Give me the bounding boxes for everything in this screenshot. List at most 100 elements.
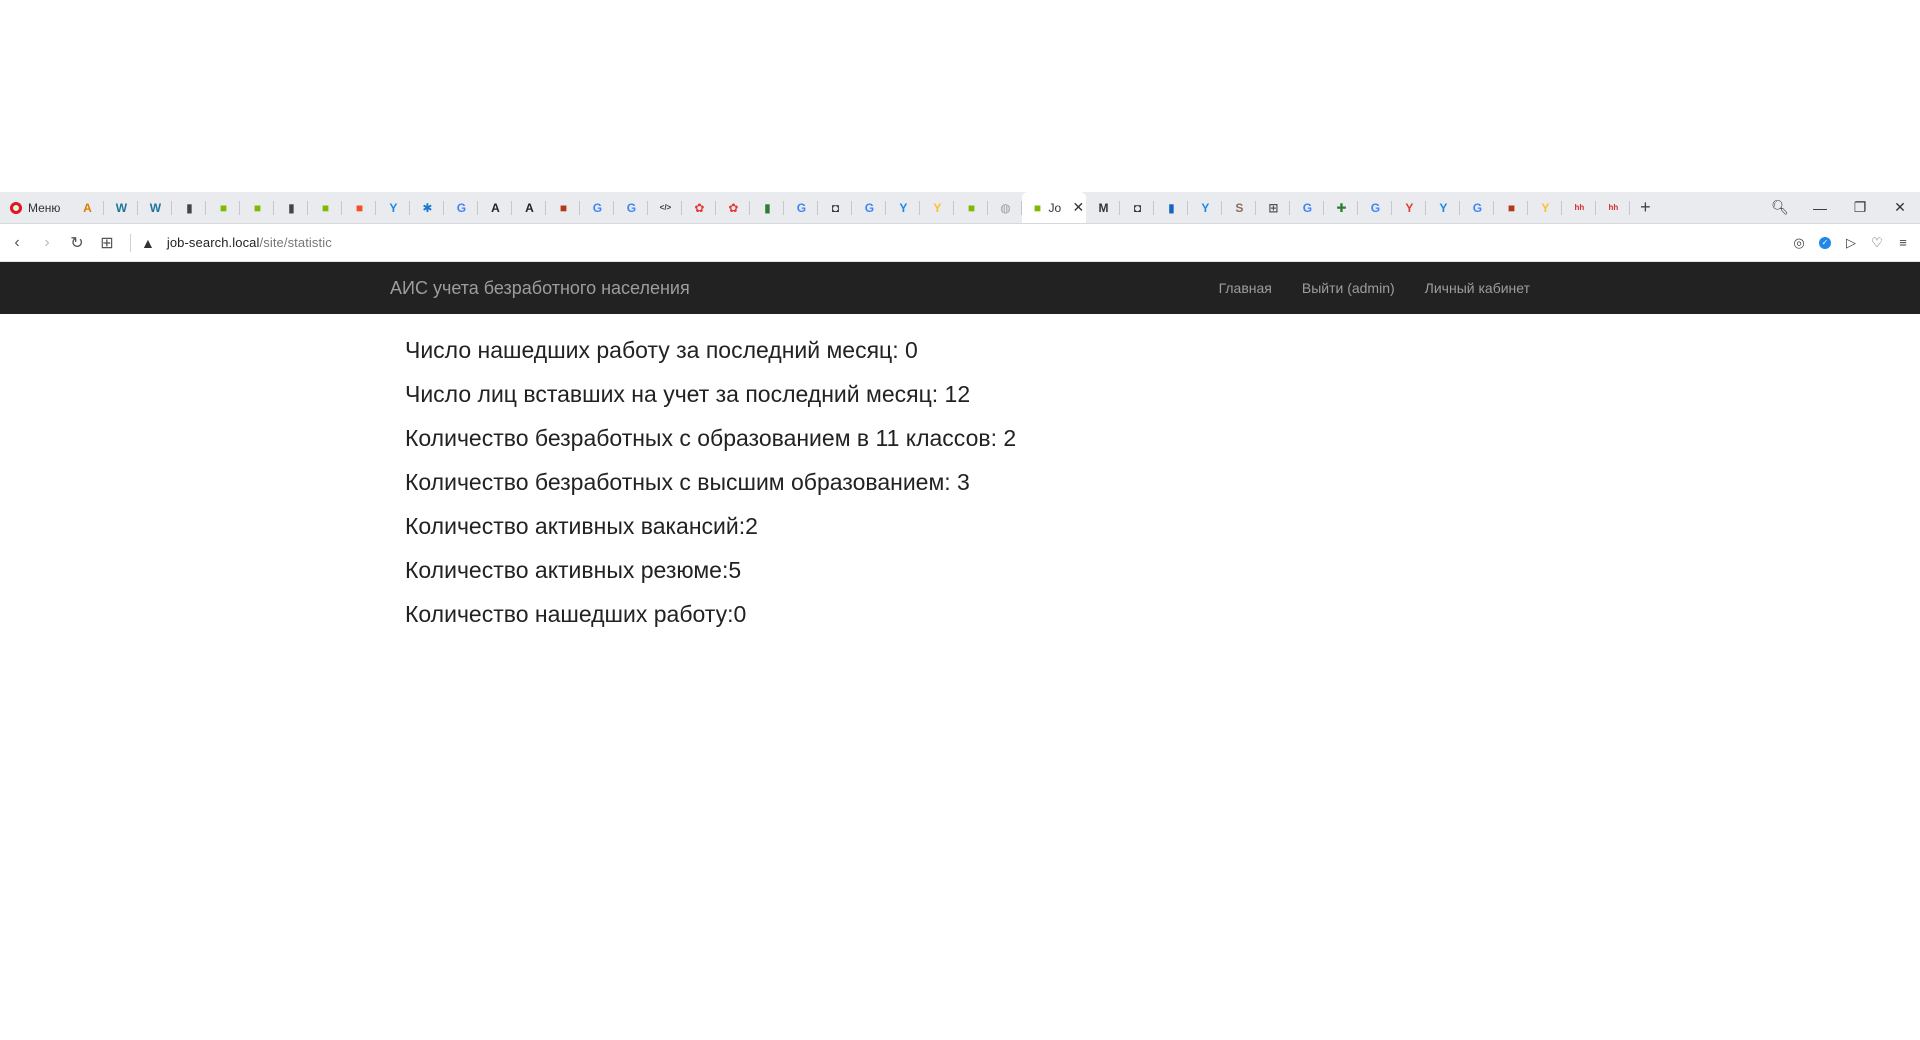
nav-home-link[interactable]: Главная <box>1219 280 1272 296</box>
browser-tab-strip: Меню A W W ▮ ■ ■ ▮ ■ ■ Y ✱ G A A ■ G G </> ✿ ✿ ▮ G ◘ G Y Y ■ ◍ ■ Jo ✕ M… <box>0 192 1920 224</box>
browser-tab[interactable]: G <box>852 192 887 223</box>
browser-tab[interactable]: hh <box>1562 192 1597 223</box>
search-tabs-icon[interactable]: 🔍︎ <box>1760 192 1800 223</box>
sublime-icon: S <box>1235 200 1244 215</box>
stat-found-job-last-month: Число нашедших работу за последний месяц… <box>405 337 918 363</box>
browser-tab[interactable]: G <box>1290 192 1325 223</box>
browser-tab[interactable]: G <box>580 192 615 223</box>
browser-tab[interactable]: ■ <box>206 192 241 223</box>
browser-tab[interactable]: </> <box>648 192 683 223</box>
google-icon: G <box>1472 200 1483 215</box>
amazon-like-icon: A <box>83 200 92 215</box>
browser-tab[interactable]: ■ <box>954 192 989 223</box>
browser-tab-active[interactable]: ■ Jo ✕ <box>1022 192 1087 223</box>
browser-tab[interactable]: ■ <box>240 192 275 223</box>
browser-tab[interactable]: ⊞ <box>1256 192 1291 223</box>
browser-tab[interactable]: ✿ <box>682 192 717 223</box>
bookmark-icon: ▮ <box>764 200 771 215</box>
globe-icon: ◍ <box>1000 200 1011 215</box>
close-tab-icon[interactable]: ✕ <box>1072 199 1084 216</box>
site-brand[interactable]: АИС учета безработного населения <box>390 262 690 314</box>
browser-tab[interactable]: W <box>104 192 139 223</box>
browser-tab[interactable]: Y <box>1426 192 1461 223</box>
browser-tab[interactable]: ◘ <box>818 192 853 223</box>
browser-menu-button[interactable]: Меню <box>0 192 70 223</box>
browser-tab[interactable]: ■ <box>342 192 377 223</box>
browser-tab[interactable]: Y <box>886 192 921 223</box>
stat-found-job-total: Количество нашедших работу:0 <box>405 601 747 627</box>
stat-registered-last-month: Число лиц вставших на учет за последний … <box>405 381 971 407</box>
puzzle-icon: ✚ <box>1336 200 1347 215</box>
hh-icon: hh <box>1574 202 1585 212</box>
grid-icon: ⊞ <box>1268 200 1279 215</box>
document-icon: ▮ <box>186 200 193 215</box>
browser-tab[interactable]: A <box>512 192 547 223</box>
gmail-icon: M <box>1098 200 1109 215</box>
browser-tab[interactable]: Y <box>1392 192 1427 223</box>
browser-tab[interactable]: M <box>1086 192 1121 223</box>
heart-icon[interactable]: ♡ <box>1868 234 1886 252</box>
browser-tab[interactable]: A <box>478 192 513 223</box>
browser-tab[interactable]: ▮ <box>1154 192 1189 223</box>
forward-icon[interactable]: › <box>34 230 60 256</box>
browser-tab[interactable]: W <box>138 192 173 223</box>
microsoft-icon: ■ <box>321 200 330 215</box>
browser-tab[interactable]: ▮ <box>172 192 207 223</box>
close-window-icon[interactable]: ✕ <box>1880 192 1920 223</box>
browser-tab[interactable]: ■ <box>546 192 581 223</box>
browser-tab[interactable]: ✱ <box>410 192 445 223</box>
speed-dial-icon[interactable]: ⊞ <box>94 230 120 256</box>
not-secure-warning-icon[interactable]: ▲ <box>141 235 155 251</box>
browser-tab[interactable]: ▮ <box>274 192 309 223</box>
google-icon: G <box>626 200 637 215</box>
browser-tab[interactable]: G <box>1460 192 1495 223</box>
microsoft-icon: ■ <box>219 200 228 215</box>
browser-tab[interactable]: ▮ <box>750 192 785 223</box>
restore-window-icon[interactable]: ❐ <box>1840 192 1880 223</box>
browser-tab[interactable]: ◍ <box>988 192 1023 223</box>
nav-profile-link[interactable]: Личный кабинет <box>1425 280 1530 296</box>
address-bar: ‹ › ↻ ⊞ ▲ job-search.local/site/statisti… <box>0 224 1920 262</box>
browser-tab[interactable]: G <box>1358 192 1393 223</box>
browser-tab[interactable]: Y <box>1528 192 1563 223</box>
yandex-icon: Y <box>1439 200 1448 215</box>
camera-icon[interactable]: ◎ <box>1790 234 1808 252</box>
document-icon: ▮ <box>288 200 295 215</box>
browser-tab[interactable]: Y <box>920 192 955 223</box>
back-icon[interactable]: ‹ <box>4 230 30 256</box>
minimize-window-icon[interactable]: — <box>1800 192 1840 223</box>
browser-tab[interactable]: ✿ <box>716 192 751 223</box>
browser-tab[interactable]: A <box>70 192 105 223</box>
browser-tab[interactable]: G <box>784 192 819 223</box>
new-tab-button[interactable]: + <box>1630 197 1660 218</box>
browser-tab[interactable]: Y <box>1188 192 1223 223</box>
yandex-icon: Y <box>1541 200 1550 215</box>
address-separator <box>130 233 131 252</box>
browser-tab[interactable]: ■ <box>308 192 343 223</box>
browser-tab[interactable]: G <box>614 192 649 223</box>
browser-tab[interactable]: ■ <box>1494 192 1529 223</box>
adblock-shield-icon[interactable]: ✓ <box>1816 234 1834 252</box>
window-controls: 🔍︎ — ❐ ✕ <box>1760 192 1920 223</box>
browser-tab[interactable]: G <box>444 192 479 223</box>
stat-unemployed-higher-education: Количество безработных с высшим образова… <box>405 469 970 495</box>
tab-list: A W W ▮ ■ ■ ▮ ■ ■ Y ✱ G A A ■ G G </> ✿ ✿ ▮ G ◘ G Y Y ■ ◍ ■ Jo ✕ M ◘ ▮ Y S ⊞… <box>70 192 1760 223</box>
active-tab-title: Jo <box>1048 200 1062 215</box>
nav-logout-link[interactable]: Выйти (admin) <box>1302 280 1395 296</box>
browser-tab[interactable]: ◘ <box>1120 192 1155 223</box>
browser-tab[interactable]: S <box>1222 192 1257 223</box>
browser-tab[interactable]: Y <box>376 192 411 223</box>
easy-setup-icon[interactable]: ≡ <box>1894 234 1912 252</box>
browser-tab[interactable]: ✚ <box>1324 192 1359 223</box>
reload-icon[interactable]: ↻ <box>64 230 90 256</box>
stat-active-vacancies: Количество активных вакансий:2 <box>405 513 758 539</box>
yandex-icon: Y <box>933 200 942 215</box>
url-path: /site/statistic <box>259 235 332 250</box>
chart-icon: ▮ <box>1168 200 1175 215</box>
microsoft-icon: ■ <box>1033 200 1042 215</box>
yandex-icon: Y <box>1201 200 1210 215</box>
stat-unemployed-secondary-education: Количество безработных с образованием в … <box>405 425 1017 451</box>
url-field[interactable]: job-search.local/site/statistic <box>167 235 332 250</box>
browser-tab[interactable]: hh <box>1596 192 1631 223</box>
send-icon[interactable]: ▷ <box>1842 234 1860 252</box>
